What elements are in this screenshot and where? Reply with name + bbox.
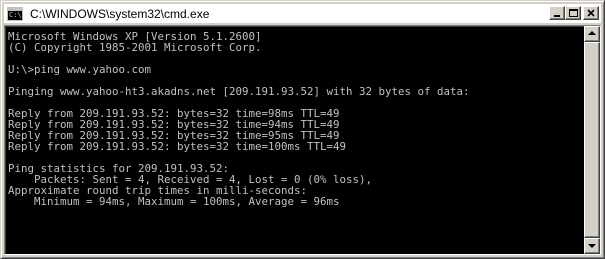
cmd-icon-text: C:\ [9, 10, 22, 19]
scroll-up-button[interactable] [584, 26, 600, 42]
minimize-icon [554, 15, 560, 17]
console-output[interactable]: Microsoft Windows XP [Version 5.1.2600] … [5, 26, 584, 254]
console-line: (C) Copyright 1985-2001 Microsoft Corp. [8, 41, 262, 54]
console-line: Minimum = 94ms, Maximum = 100ms, Average… [8, 195, 340, 208]
title-bar[interactable]: C:\ C:\WINDOWS\system32\cmd.exe [4, 4, 601, 23]
maximize-icon [569, 9, 578, 17]
minimize-button[interactable] [549, 6, 565, 20]
caption-buttons [549, 6, 599, 20]
console-frame: Microsoft Windows XP [Version 5.1.2600] … [4, 25, 601, 255]
console-line: U:\>ping www.yahoo.com [8, 63, 152, 76]
console-line: Pinging www.yahoo-ht3.akadns.net [209.19… [8, 85, 470, 98]
console-line: Reply from 209.191.93.52: bytes=32 time=… [8, 140, 347, 153]
scroll-thumb[interactable] [584, 42, 600, 238]
maximize-button[interactable] [565, 6, 581, 20]
vertical-scrollbar[interactable] [584, 26, 600, 254]
scroll-up-arrow-icon [588, 31, 596, 35]
cmd-window: C:\ C:\WINDOWS\system32\cmd.exe Microsof… [0, 0, 605, 259]
close-button[interactable] [583, 6, 599, 20]
window-title: C:\WINDOWS\system32\cmd.exe [30, 6, 210, 21]
scroll-down-arrow-icon [588, 244, 596, 248]
cmd-icon[interactable]: C:\ [7, 6, 23, 21]
scroll-down-button[interactable] [584, 238, 600, 254]
close-icon [587, 9, 595, 17]
